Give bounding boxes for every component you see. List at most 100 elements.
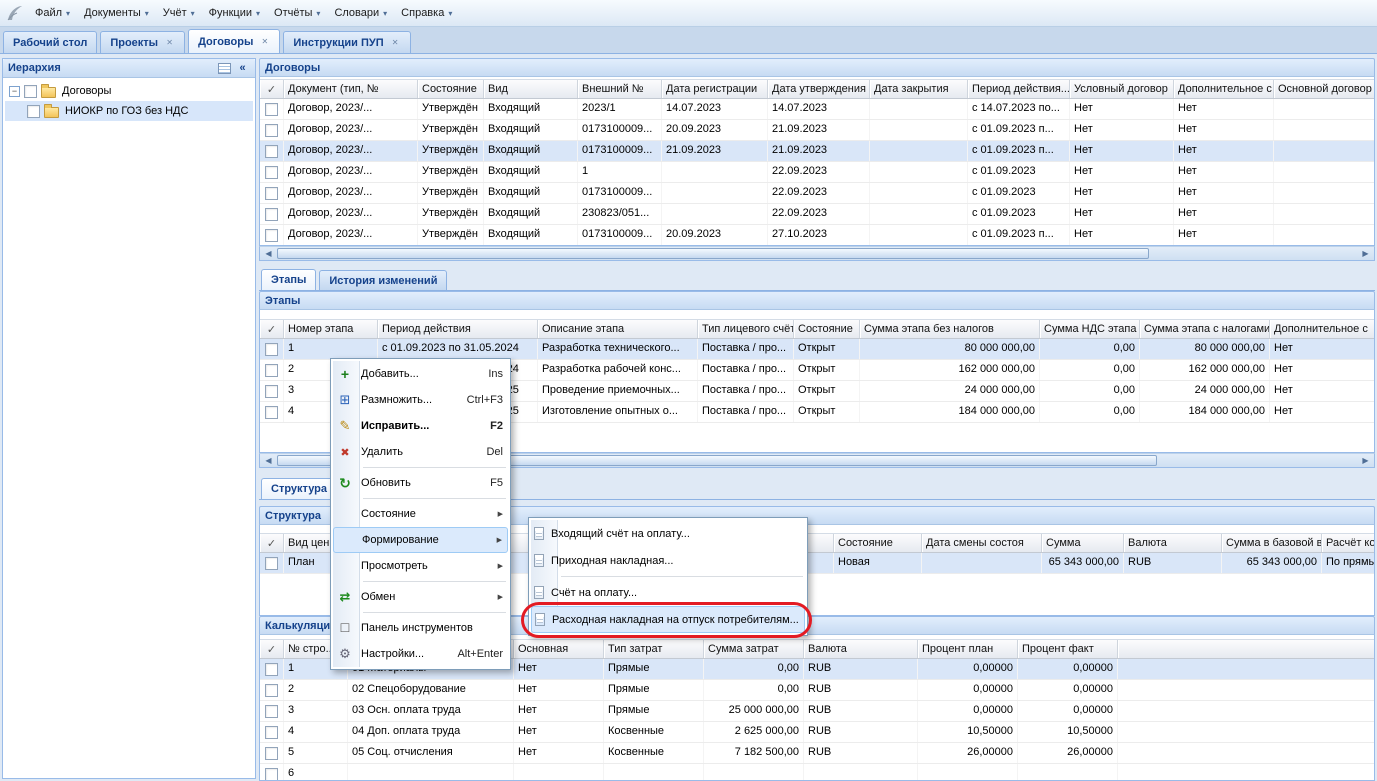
collapse-panel-icon[interactable]: « [235,61,250,75]
column-header[interactable]: Дополнительное с [1270,320,1375,338]
tab-close-icon[interactable]: ✕ [259,36,270,47]
column-header[interactable]: Вид [484,80,578,98]
tab-contracts[interactable]: Договоры✕ [188,29,280,53]
scroll-right-icon[interactable]: ▶ [1358,247,1373,260]
tab-close-icon[interactable]: ✕ [390,37,401,48]
column-header[interactable]: Основная [514,640,604,658]
tab-structure[interactable]: Структура [261,478,337,499]
row-checkbox[interactable] [265,557,278,570]
table-row[interactable]: 6 [260,764,1375,781]
tree-node[interactable]: −Договоры [5,81,253,101]
node-checkbox[interactable] [24,85,37,98]
tab-stages[interactable]: Этапы [261,269,316,290]
check-column-header[interactable]: ✓ [260,80,284,98]
row-checkbox[interactable] [265,145,278,158]
table-row[interactable]: Договор, 2023/...УтверждёнВходящий230823… [260,204,1375,225]
tree-node-label[interactable]: НИОКР по ГОЗ без НДС [63,105,190,117]
column-header[interactable]: Сумма затрат [704,640,804,658]
row-checkbox[interactable] [265,747,278,760]
column-header[interactable]: Процент план [918,640,1018,658]
column-header[interactable]: Дополнительное с [1174,80,1274,98]
column-header[interactable]: Состояние [794,320,860,338]
row-checkbox[interactable] [265,208,278,221]
row-checkbox[interactable] [265,385,278,398]
column-header[interactable]: Валюта [1124,534,1222,552]
row-checkbox[interactable] [265,684,278,697]
menu-item-goods-receipt-note[interactable]: Приходная накладная... [531,547,805,574]
column-header[interactable]: Тип затрат [604,640,704,658]
column-header[interactable]: Дата закрытия [870,80,968,98]
tab-change-history[interactable]: История изменений [319,270,447,290]
menubar-item[interactable]: Справка▾ [394,3,459,23]
scroll-left-icon[interactable]: ◀ [261,454,276,467]
column-header[interactable]: Валюта [804,640,918,658]
menubar-item[interactable]: Учёт▾ [156,3,202,23]
column-header[interactable]: Условный договор [1070,80,1174,98]
menu-item-add[interactable]: +Добавить...Ins [333,361,508,387]
column-header[interactable]: Дата утверждения [768,80,870,98]
table-row[interactable]: Договор, 2023/...УтверждёнВходящий017310… [260,120,1375,141]
contracts-hscrollbar[interactable]: ◀ ▶ [259,246,1375,261]
column-header[interactable]: Основной договор [1274,80,1375,98]
column-header[interactable]: Расчёт ко [1322,534,1375,552]
check-column-header[interactable]: ✓ [260,534,284,552]
check-column-header[interactable]: ✓ [260,320,284,338]
column-header[interactable]: Номер этапа [284,320,378,338]
table-row[interactable]: Договор, 2023/...УтверждёнВходящий2023/1… [260,99,1375,120]
menu-item-refresh[interactable]: ↻ОбновитьF5 [333,470,508,496]
menubar-item[interactable]: Функции▾ [202,3,267,23]
column-header[interactable]: Дата смены состоя [922,534,1042,552]
column-header[interactable]: Внешний № [578,80,662,98]
table-row[interactable]: Договор, 2023/...УтверждёнВходящий017310… [260,141,1375,162]
collapse-node-icon[interactable]: − [9,86,20,97]
menu-item-payment-invoice[interactable]: Счёт на оплату... [531,579,805,606]
column-header[interactable]: Описание этапа [538,320,698,338]
menubar-item[interactable]: Документы▾ [77,3,156,23]
column-header[interactable]: Сумма [1042,534,1124,552]
row-checkbox[interactable] [265,124,278,137]
table-row[interactable]: 303 Осн. оплата трудаНетПрямые25 000 000… [260,701,1375,722]
row-checkbox[interactable] [265,705,278,718]
table-row[interactable]: Договор, 2023/...УтверждёнВходящий017310… [260,183,1375,204]
column-header[interactable]: Документ (тип, № [284,80,418,98]
row-checkbox[interactable] [265,726,278,739]
menu-item-edit[interactable]: ✎Исправить...F2 [333,413,508,439]
column-header[interactable]: Состояние [834,534,922,552]
menu-item-settings[interactable]: ⚙Настройки...Alt+Enter [333,641,508,667]
table-row[interactable]: 202 СпецоборудованиеНетПрямые0,00RUB0,00… [260,680,1375,701]
menu-item-consumer-dispatch-note[interactable]: Расходная накладная на отпуск потребител… [531,606,805,633]
column-header[interactable]: Сумма НДС этапа [1040,320,1140,338]
column-header[interactable]: Сумма этапа без налогов [860,320,1040,338]
row-checkbox[interactable] [265,768,278,781]
column-header[interactable]: Период действия [378,320,538,338]
tree-node[interactable]: НИОКР по ГОЗ без НДС [5,101,253,121]
table-row[interactable]: Договор, 2023/...УтверждёнВходящий122.09… [260,162,1375,183]
scroll-right-icon[interactable]: ▶ [1358,454,1373,467]
grid-view-icon[interactable] [218,63,231,74]
node-checkbox[interactable] [27,105,40,118]
row-checkbox[interactable] [265,406,278,419]
menu-item-toolbar[interactable]: ☐Панель инструментов [333,615,508,641]
menubar-item[interactable]: Словари▾ [327,3,394,23]
check-column-header[interactable]: ✓ [260,640,284,658]
column-header[interactable]: Тип лицевого счёт [698,320,794,338]
scroll-thumb[interactable] [277,248,1149,259]
tab-close-icon[interactable]: ✕ [164,37,175,48]
menubar-item[interactable]: Отчёты▾ [267,3,327,23]
menu-item-state[interactable]: Состояние▶ [333,501,508,527]
tab-pup-instructions[interactable]: Инструкции ПУП✕ [283,31,410,53]
row-checkbox[interactable] [265,343,278,356]
column-header[interactable]: Дата регистрации [662,80,768,98]
row-checkbox[interactable] [265,166,278,179]
tab-desktop[interactable]: Рабочий стол [3,31,97,53]
column-header[interactable]: Процент факт [1018,640,1118,658]
scroll-left-icon[interactable]: ◀ [261,247,276,260]
row-checkbox[interactable] [265,187,278,200]
row-checkbox[interactable] [265,364,278,377]
menu-item-delete[interactable]: ✖УдалитьDel [333,439,508,465]
row-checkbox[interactable] [265,229,278,242]
column-header[interactable] [1118,640,1375,658]
column-header[interactable]: Сумма в базовой в [1222,534,1322,552]
menu-item-duplicate[interactable]: ⊞Размножить...Ctrl+F3 [333,387,508,413]
row-checkbox[interactable] [265,103,278,116]
